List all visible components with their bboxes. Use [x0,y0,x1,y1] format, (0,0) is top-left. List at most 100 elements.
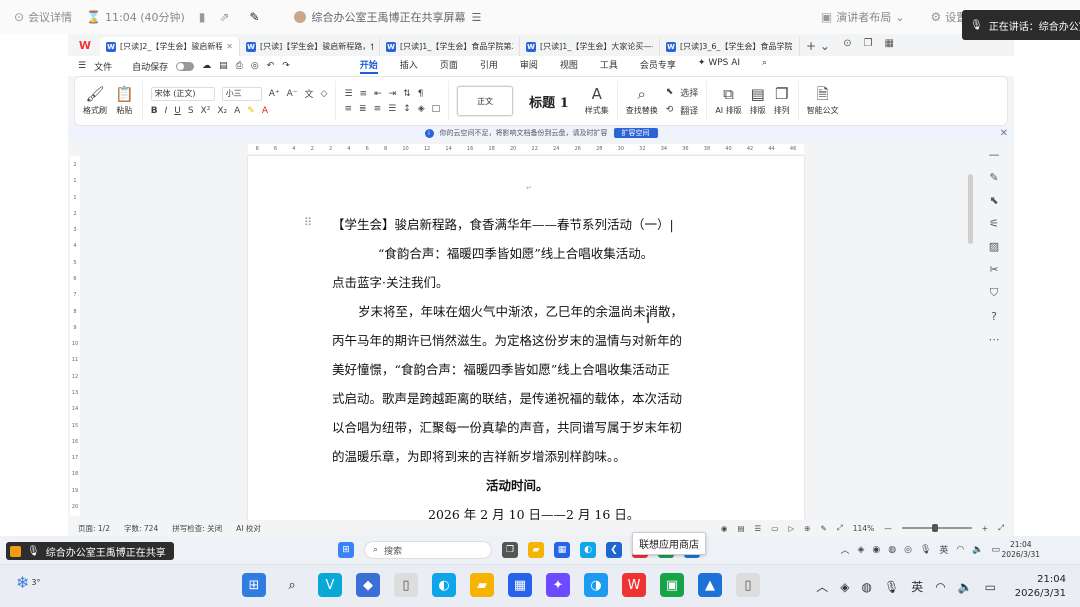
doc-tab-5[interactable]: W [只读]3_6_【学生会】食品学院第 [660,37,800,56]
save-icon[interactable]: ▤ [219,61,228,71]
underline-icon[interactable]: U [174,106,181,116]
ai-layout-button[interactable]: ⧉ AI 排版 [715,86,741,116]
sharing-indicator[interactable]: 🎙 综合办公室王禹博正在共享 [6,542,174,560]
shrink-font-icon[interactable]: A⁻ [287,89,298,99]
tray-app-icon[interactable]: ◎ [904,545,912,555]
tray-app-icon[interactable]: ◈ [857,545,864,555]
tray-app-icon[interactable]: ◍ [888,545,896,555]
shading-icon[interactable]: ◈ [418,104,425,114]
grow-font-icon[interactable]: A⁺ [269,89,280,99]
bold-icon[interactable]: B [151,106,158,116]
pen-icon[interactable]: ✎ [989,171,998,184]
web-view-icon[interactable]: ▭ [771,524,778,533]
close-icon[interactable]: ✕ [226,42,233,51]
grid-icon[interactable]: ▦ [885,38,894,49]
zoom-slider[interactable] [901,524,972,532]
menu-reference[interactable]: 引用 [480,58,498,74]
restore-icon[interactable]: ❐ [864,38,873,49]
line-spacing-icon[interactable]: ↕ [403,104,411,114]
clear-format-icon[interactable]: ◇ [321,89,328,99]
justify-icon[interactable]: ☰ [388,104,396,114]
battery-icon[interactable]: ▭ [985,580,996,594]
menu-home[interactable]: 开始 [359,58,378,74]
style-heading-1[interactable]: 标题 1 [521,92,577,111]
align-right-icon[interactable]: ≡ [374,104,382,114]
doc-tab-1[interactable]: W [只读]2_【学生会】骏启新程路 ✕ [100,37,240,56]
annotate-icon[interactable]: ✎ [249,10,259,24]
tray-app-icon[interactable]: ◈ [840,580,849,594]
superscript-icon[interactable]: X² [201,106,211,116]
menu-tools[interactable]: 工具 [600,58,618,74]
align-left-icon[interactable]: ≡ [344,104,352,114]
tools-icon[interactable]: ✂ [989,263,998,276]
drag-handle-icon[interactable]: ⠿ [304,216,312,229]
volume-icon[interactable]: 🔈 [958,580,973,594]
teams-icon[interactable]: ◆ [356,573,380,597]
spell-check[interactable]: 拼写检查: 关闭 [172,523,222,534]
smart-doc-button[interactable]: 🗎 智能公文 [807,86,839,116]
select-icon[interactable]: ⬉ [989,194,998,207]
numbered-list-icon[interactable]: ≡ [360,89,368,99]
indent-increase-icon[interactable]: ⇥ [389,89,397,99]
shirt-icon[interactable]: ⛉ [990,286,998,300]
outline-icon[interactable]: ☰ [755,524,762,533]
chevron-up-icon[interactable]: ︿ [816,578,828,595]
battery-icon[interactable]: ▭ [991,545,1000,555]
style-set-button[interactable]: A 样式集 [585,86,609,116]
clock[interactable]: 21:04 2026/3/31 [1015,573,1066,601]
text-effect-icon[interactable]: A [234,106,240,116]
meeting-app-icon[interactable]: ▲ [698,573,722,597]
folder-icon[interactable]: ▰ [470,573,494,597]
eye-icon[interactable]: ◉ [721,524,728,533]
volume-icon[interactable]: 🔈 [972,545,983,555]
style-normal[interactable]: 正文 [457,86,514,116]
expand-icon[interactable]: ⤢ [998,523,1004,533]
app-v-icon[interactable]: V [318,573,342,597]
redo-icon[interactable]: ↷ [282,61,290,71]
wifi-icon[interactable]: ◠ [956,545,964,555]
menu-review[interactable]: 审阅 [520,58,538,74]
strike-icon[interactable]: S [188,106,194,116]
zoom-in-icon[interactable]: + [982,524,988,533]
menu-member[interactable]: 会员专享 [640,58,676,74]
minus-icon[interactable]: — [989,148,1000,161]
pen-icon[interactable]: ✎ [820,524,826,533]
edge-icon[interactable]: ◐ [432,573,456,597]
settings-icon[interactable]: ⊙ [843,38,851,49]
find-replace-button[interactable]: ⌕ 查找替换 [626,86,658,116]
microphone-icon[interactable]: 🎙 [920,545,931,555]
sort-icon[interactable]: ⇅ [403,89,411,99]
vscode-icon[interactable]: ❮ [606,542,622,558]
search-icon[interactable]: ⌕ [280,573,304,597]
cloud-icon[interactable]: ☁ [202,61,211,71]
doc-tab-4[interactable]: W [只读]1_【学生会】大家论买—— [520,37,660,56]
border-icon[interactable]: □ [432,104,441,114]
page-view-icon[interactable]: ▤ [737,524,744,533]
zoom-level[interactable]: 114% [853,524,874,533]
undo-icon[interactable]: ↶ [267,61,275,71]
font-color-icon[interactable]: A [262,106,268,116]
microphone-icon[interactable]: 🎙 [884,580,899,594]
wps-logo-icon[interactable]: W [76,36,94,54]
store-icon[interactable]: ▦ [508,573,532,597]
preview-icon[interactable]: ◎ [251,61,259,71]
doc-tab-3[interactable]: W [只读]1_【学生会】食品学院第二 [380,37,520,56]
vertical-ruler[interactable]: 2 1 1 2 3 4 5 6 7 8 9 10 11 12 13 14 15 16 17 18 19 20 [70,156,80,516]
font-size-select[interactable]: 小三 [221,86,262,101]
scrollbar-thumb[interactable] [968,174,973,244]
layout-button[interactable]: ▤ 排版 [750,86,766,116]
show-marks-icon[interactable]: ¶ [418,89,424,99]
adjust-icon[interactable]: ⚟ [989,217,999,230]
ime-indicator[interactable]: 英 [939,543,948,556]
select-button[interactable]: ⬉ 选择 [666,86,699,99]
horizontal-ruler[interactable]: 8 6 4 2 2 4 6 8 10 12 14 16 18 20 22 24 26 28 30 32 34 36 38 40… [248,144,804,154]
shared-clock[interactable]: 21:04 2026/3/31 [1002,540,1040,560]
doc-tab-2[interactable]: W [只读]【学生会】骏启新程路，食 [240,37,380,56]
search-input[interactable]: ⌕ 搜索 [364,541,492,559]
play-icon[interactable]: ▷ [788,524,794,533]
task-view-icon[interactable]: ❐ [502,542,518,558]
fit-icon[interactable]: ⤢ [837,523,843,533]
phonetic-icon[interactable]: 文 [305,87,314,100]
font-name-select[interactable]: 宋体 (正文) [150,86,215,101]
align-center-icon[interactable]: ≣ [359,104,367,114]
